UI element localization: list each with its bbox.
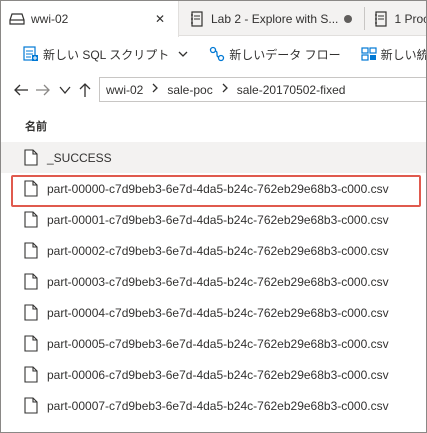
file-list: _SUCCESS part-00000-c7d9beb3-6e7d-4da5-b2… (1, 142, 426, 421)
new-dataflow-label: 新しいデータ フロー (229, 47, 341, 62)
chevron-down-icon[interactable] (55, 80, 75, 100)
up-arrow-icon[interactable] (75, 80, 95, 100)
dataflow-icon (209, 46, 225, 62)
file-icon (23, 180, 39, 198)
file-name: part-00003-c7d9beb3-6e7d-4da5-b24c-762eb… (47, 274, 389, 289)
list-item[interactable]: part-00003-c7d9beb3-6e7d-4da5-b24c-762eb… (1, 266, 426, 297)
list-item[interactable]: part-00006-c7d9beb3-6e7d-4da5-b24c-762eb… (1, 359, 426, 390)
tab-label: Lab 2 - Explore with S... (211, 11, 339, 26)
file-name: part-00002-c7d9beb3-6e7d-4da5-b24c-762eb… (47, 243, 389, 258)
back-arrow-icon[interactable] (11, 80, 31, 100)
tab-bar: wwi-02 ✕ Lab 2 - Explore with S... 1 Pro… (1, 1, 427, 37)
file-name: part-00000-c7d9beb3-6e7d-4da5-b24c-762eb… (47, 181, 389, 196)
tab-1-proc[interactable]: 1 Proc (365, 1, 427, 36)
list-item[interactable]: _SUCCESS (1, 142, 426, 173)
unsaved-dot-icon (344, 14, 353, 23)
navigation-bar: wwi-02 sale-poc sale-20170502-fixed (1, 73, 426, 107)
storage-explorer-window: wwi-02 ✕ Lab 2 - Explore with S... 1 Pro… (0, 0, 427, 433)
notebook-icon (189, 10, 205, 27)
file-icon (23, 366, 39, 384)
file-name: part-00004-c7d9beb3-6e7d-4da5-b24c-762eb… (47, 305, 389, 320)
list-item[interactable]: part-00001-c7d9beb3-6e7d-4da5-b24c-762eb… (1, 204, 426, 235)
list-item[interactable]: part-00005-c7d9beb3-6e7d-4da5-b24c-762eb… (1, 328, 426, 359)
file-icon (23, 149, 39, 167)
close-icon[interactable]: ✕ (152, 11, 168, 27)
breadcrumb-item[interactable]: sale-20170502-fixed (237, 83, 346, 97)
forward-arrow-icon[interactable] (33, 80, 53, 100)
list-item[interactable]: part-00004-c7d9beb3-6e7d-4da5-b24c-762eb… (1, 297, 426, 328)
breadcrumb-item[interactable]: wwi-02 (106, 83, 143, 97)
file-icon (23, 273, 39, 291)
chevron-down-icon[interactable] (177, 48, 189, 60)
new-integration-label: 新しい統合 (380, 47, 426, 62)
file-icon (23, 397, 39, 415)
notebook-icon (373, 10, 388, 27)
column-header-name[interactable]: 名前 (1, 113, 426, 139)
storage-icon (9, 11, 25, 27)
file-icon (23, 335, 39, 353)
file-name: _SUCCESS (47, 150, 112, 165)
sql-script-icon (23, 46, 39, 62)
breadcrumb: wwi-02 sale-poc sale-20170502-fixed (99, 77, 426, 102)
file-name: part-00006-c7d9beb3-6e7d-4da5-b24c-762eb… (47, 367, 389, 382)
file-name: part-00005-c7d9beb3-6e7d-4da5-b24c-762eb… (47, 336, 389, 351)
chevron-right-icon (221, 83, 229, 96)
file-name: part-00001-c7d9beb3-6e7d-4da5-b24c-762eb… (47, 212, 389, 227)
list-item[interactable]: part-00002-c7d9beb3-6e7d-4da5-b24c-762eb… (1, 235, 426, 266)
new-integration-button[interactable]: 新しい統合 (360, 41, 426, 67)
breadcrumb-item[interactable]: sale-poc (167, 83, 212, 97)
new-sql-script-button[interactable]: 新しい SQL スクリプト (23, 41, 189, 67)
tab-label: wwi-02 (31, 12, 69, 26)
list-item-highlighted[interactable]: part-00000-c7d9beb3-6e7d-4da5-b24c-762eb… (1, 173, 426, 207)
file-icon (23, 304, 39, 322)
new-dataflow-button[interactable]: 新しいデータ フロー (209, 41, 341, 67)
integration-icon (360, 46, 377, 62)
new-sql-script-label: 新しい SQL スクリプト (43, 47, 170, 62)
file-icon (23, 211, 39, 229)
list-item[interactable]: part-00007-c7d9beb3-6e7d-4da5-b24c-762eb… (1, 390, 426, 421)
file-name: part-00007-c7d9beb3-6e7d-4da5-b24c-762eb… (47, 398, 389, 413)
file-icon (23, 242, 39, 260)
tab-wwi-02[interactable]: wwi-02 ✕ (1, 1, 179, 37)
toolbar: 新しい SQL スクリプト 新しいデータ フロー 新しい統合 (1, 37, 426, 71)
chevron-right-icon (151, 83, 159, 96)
tab-label: 1 Proc (394, 11, 427, 26)
tab-lab-2[interactable]: Lab 2 - Explore with S... (181, 1, 364, 36)
